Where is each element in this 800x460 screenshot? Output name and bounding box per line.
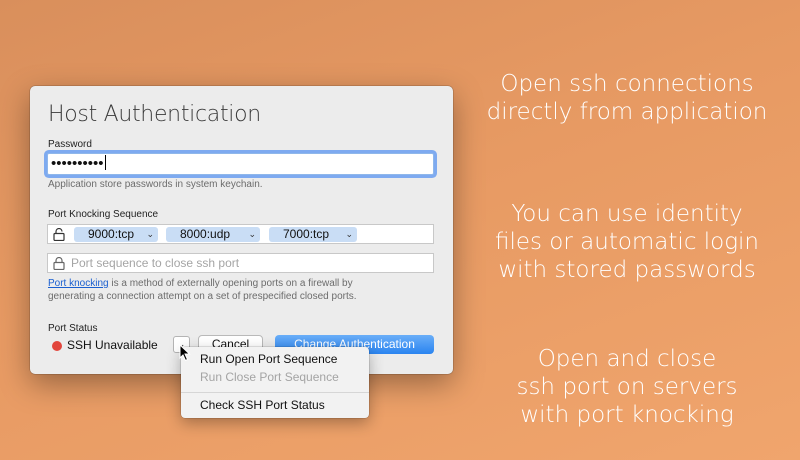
unlocked-lock-icon — [53, 228, 65, 241]
caption-identity-files: You can use identity files or automatic … — [472, 200, 782, 284]
caption-line: You can use identity — [511, 201, 743, 227]
port-token-2[interactable]: 8000:udp ⌄ — [166, 227, 260, 242]
password-hint: Application store passwords in system ke… — [48, 179, 263, 190]
caption-ssh-connections: Open ssh connections directly from appli… — [472, 70, 782, 126]
caption-line: ssh port on servers — [516, 374, 738, 400]
port-knocking-link[interactable]: Port knocking — [48, 278, 109, 289]
host-authentication-dialog: Host Authentication Password •••••••••• … — [30, 86, 453, 374]
port-knocking-label: Port Knocking Sequence — [48, 209, 159, 220]
caption-port-knocking: Open and close ssh port on servers with … — [472, 345, 782, 429]
caption-line: with port knocking — [520, 402, 734, 428]
lock-icon — [53, 257, 65, 270]
status-indicator — [52, 341, 62, 351]
description-line1: is a method of externally opening ports … — [108, 278, 353, 289]
close-sequence-placeholder: Port sequence to close ssh port — [71, 256, 240, 270]
mouse-pointer-icon — [179, 344, 191, 362]
open-sequence-field[interactable]: 9000:tcp ⌄ 8000:udp ⌄ 7000:tcp ⌄ — [47, 224, 434, 244]
chevron-down-icon: ⌄ — [146, 229, 154, 239]
password-field[interactable]: •••••••••• — [47, 153, 434, 175]
caption-line: with stored passwords — [498, 257, 756, 283]
menu-item-run-close-sequence: Run Close Port Sequence — [200, 370, 339, 384]
status-text: SSH Unavailable — [67, 338, 158, 352]
port-status-label: Port Status — [48, 323, 98, 334]
chevron-down-icon: ⌄ — [248, 229, 256, 239]
port-actions-menu: Run Open Port Sequence Run Close Port Se… — [181, 347, 369, 418]
close-sequence-field[interactable]: Port sequence to close ssh port — [47, 253, 434, 273]
description-line2: generating a connection attempt on a set… — [48, 291, 357, 302]
dialog-title: Host Authentication — [48, 102, 261, 127]
port-token-1[interactable]: 9000:tcp ⌄ — [74, 227, 158, 242]
menu-item-run-open-sequence[interactable]: Run Open Port Sequence — [200, 352, 337, 366]
caption-line: files or automatic login — [494, 229, 760, 255]
password-label: Password — [48, 139, 92, 150]
menu-separator — [181, 392, 369, 393]
port-token-label: 7000:tcp — [283, 227, 330, 241]
port-knocking-description: Port knocking is a method of externally … — [48, 277, 357, 303]
chevron-down-icon: ⌄ — [345, 229, 353, 239]
caption-line: directly from application — [486, 99, 768, 125]
caption-line: Open and close — [537, 346, 717, 372]
text-caret — [104, 155, 106, 170]
caption-line: Open ssh connections — [500, 71, 754, 97]
port-token-label: 9000:tcp — [88, 227, 135, 241]
port-token-3[interactable]: 7000:tcp ⌄ — [269, 227, 357, 242]
password-value: •••••••••• — [51, 155, 104, 172]
menu-item-check-ssh-status[interactable]: Check SSH Port Status — [200, 398, 325, 412]
port-token-label: 8000:udp — [180, 227, 231, 241]
